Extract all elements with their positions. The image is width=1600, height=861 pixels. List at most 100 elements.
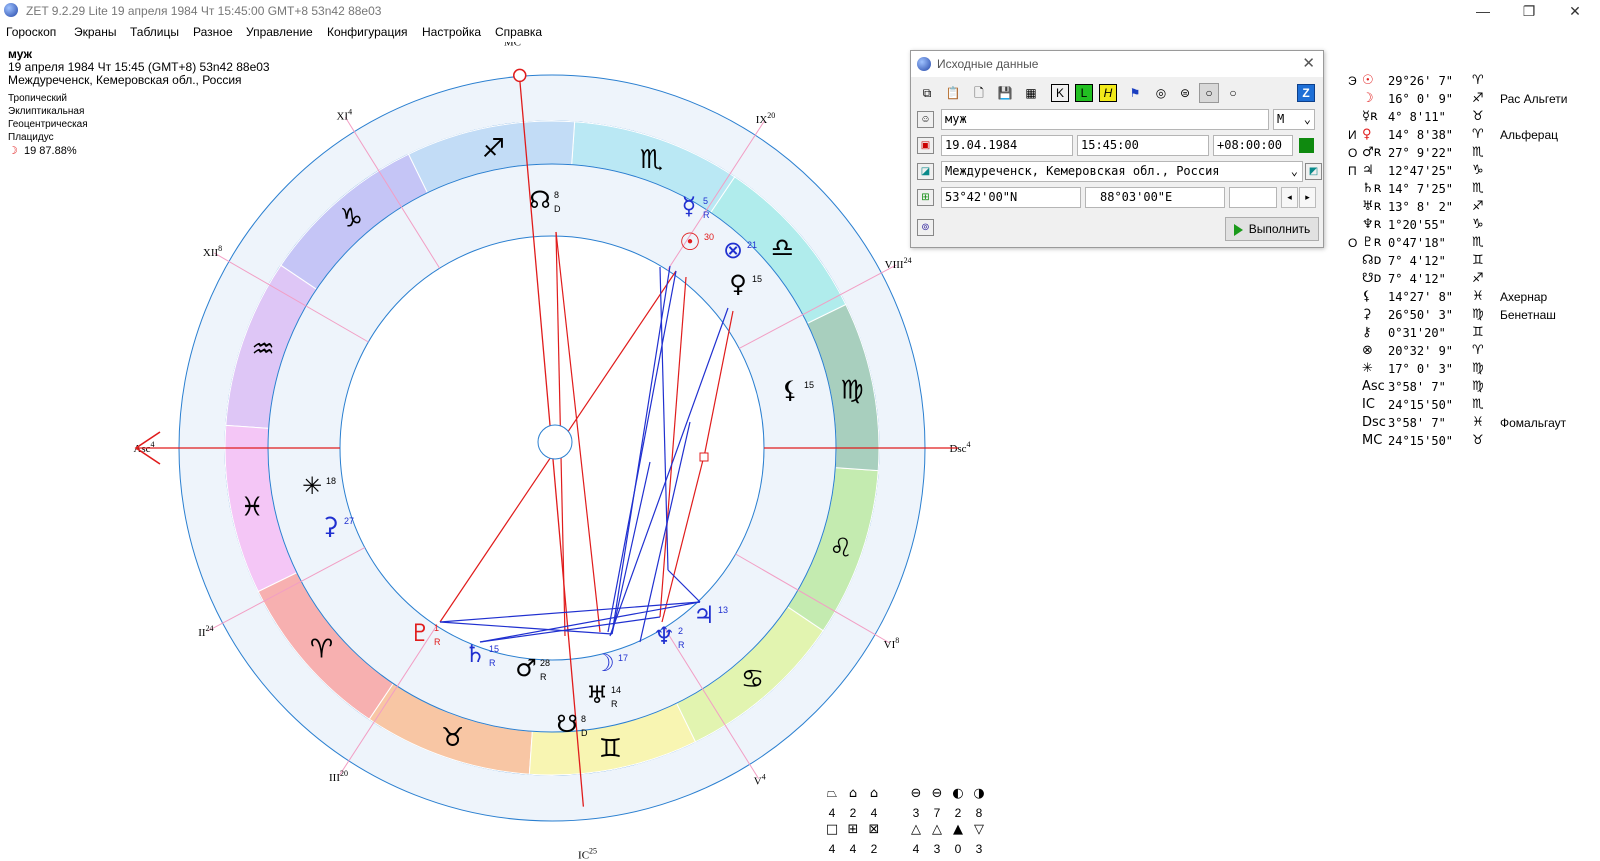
planet-symbol-icon: ♂ʀ [1362,145,1382,160]
planet-symbol-icon: ♄ʀ [1362,181,1382,196]
menu-misc[interactable]: Разное [193,25,233,39]
planet-row[interactable]: ☿ʀ 4° 8'11" ♉ [1348,109,1598,128]
planet-row[interactable]: ♅ʀ 13° 8' 2" ♐ [1348,199,1598,218]
planet-position: 3°58' 7" [1388,380,1446,394]
title-bar: ZET 9.2.29 Lite 19 апреля 1984 Чт 15:45:… [0,0,1600,22]
libra-icon: ♎ [771,233,794,263]
planet-position: 14° 7'25" [1388,182,1454,196]
planet-symbol-icon: ♃ [1362,163,1374,178]
place-select[interactable]: Междуреченск, Кемеровская обл., Россия ⌄ [941,161,1303,182]
copy-icon[interactable]: ⧉ [917,83,937,103]
atlas-icon[interactable]: ◩ [1305,163,1322,180]
planet-symbol-icon: ♆ʀ [1362,217,1382,232]
stat-value: 4 [870,806,878,820]
circle-small-icon[interactable]: ○ [1199,83,1219,103]
planet-row[interactable]: П ♃ 12°47'25" ♑ [1348,163,1598,182]
planet-row[interactable]: Э ☉ 29°26' 7" ♈ [1348,73,1598,92]
menu-screens[interactable]: Экраны [74,25,116,39]
run-button[interactable]: Выполнить [1225,217,1319,241]
name-field[interactable]: муж [941,109,1269,130]
house-label-mc: MC25 [504,42,529,49]
close-button[interactable]: ✕ [1552,0,1598,22]
gender-select[interactable]: М ⌄ [1273,109,1315,130]
settings-icon[interactable]: ⊚ [917,219,934,236]
planet-10-icon: ☋ [556,710,577,738]
stat-icon: ▲ [953,822,963,837]
latitude-field[interactable]: 53°42'00"N [941,187,1081,208]
planet-row[interactable]: ♄ʀ 14° 7'25" ♏ [1348,181,1598,200]
planet-row[interactable]: О ♇ʀ 0°47'18" ♏ [1348,235,1598,254]
planet-14-icon: ⚳ [321,512,339,540]
stat-value: 3 [933,842,941,856]
planet-7-icon: ♆ [653,622,675,650]
menu-settings[interactable]: Настройка [422,25,481,39]
planet-row[interactable]: ⚸ 14°27' 8" ♓ Ахернар [1348,289,1598,308]
person-icon[interactable]: ☺ [917,111,934,128]
zodiac-sign-icon: ♊ [1472,325,1484,340]
circle-icon[interactable]: ○ [1223,83,1243,103]
scroll-right-button[interactable]: ▸ [1299,187,1316,208]
h-icon[interactable]: H [1099,84,1117,102]
stat-icon: ⊖ [910,786,922,801]
zodiac-sign-icon: ♑ [1472,217,1484,232]
planet-code: Э [1348,74,1357,88]
link-icon[interactable]: ⊜ [1175,83,1195,103]
k-icon[interactable]: K [1051,84,1069,102]
planet-code: О [1348,146,1358,160]
planet-4-icon: ☊ [529,186,550,214]
planet-row[interactable]: О ♂ʀ 27° 9'22" ♏ [1348,145,1598,164]
menu-configuration[interactable]: Конфигурация [327,25,408,39]
stat-icon: ⌂ [848,786,858,801]
planet-row[interactable]: ♆ʀ 1°20'55" ♑ [1348,217,1598,236]
planet-position: 29°26' 7" [1388,74,1454,88]
date-field[interactable]: 19.04.1984 [941,135,1073,156]
planet-degree: 18 [326,476,336,486]
planet-6-icon: ♃ [693,601,715,629]
planet-row[interactable]: И ♀ 14° 8'38" ♈ Альферац [1348,127,1598,146]
planet-retro: R [540,672,547,682]
fixed-star: Фомальгаут [1500,416,1567,430]
disc-icon[interactable]: ◎ [1151,83,1171,103]
natal-chart-wheel[interactable]: ♈♉♊♋♌♍♎♏♐♑♒♓MC25XI4XII8Asc4II24III20IC25… [0,42,1000,861]
dialog-close-icon[interactable]: ✕ [1302,54,1315,72]
planet-row[interactable]: ⊗ 20°32' 9" ♈ [1348,343,1598,362]
longitude-field[interactable]: 88°03'00"E [1085,187,1225,208]
zodiac-sign-icon: ♏ [1472,235,1484,250]
menu-control[interactable]: Управление [246,25,313,39]
planet-row[interactable]: Asc 3°58' 7" ♍ [1348,379,1598,398]
book-icon[interactable]: ⚑ [1125,83,1145,103]
planet-retro: R [611,699,618,709]
new-icon[interactable]: 🗋 [969,83,989,103]
map-icon[interactable]: ◪ [917,163,934,180]
menu-horoscope[interactable]: Гороскоп [6,25,56,39]
planet-row[interactable]: ☊ᴅ 7° 4'12" ♊ [1348,253,1598,272]
planet-row[interactable]: Dsc 3°58' 7" ♓ Фомальгаут [1348,415,1598,434]
planet-row[interactable]: ⚳ 26°50' 3" ♍ Бенетнаш [1348,307,1598,326]
menu-help[interactable]: Справка [495,25,542,39]
l-icon[interactable]: L [1075,84,1093,102]
planet-row[interactable]: ☋ᴅ 7° 4'12" ♐ [1348,271,1598,290]
scroll-left-button[interactable]: ◂ [1281,187,1298,208]
virgo-icon: ♍ [840,376,863,406]
time-field[interactable]: 15:45:00 [1077,135,1209,156]
planet-row[interactable]: IC 24°15'50" ♏ [1348,397,1598,416]
extra-field[interactable] [1229,187,1277,208]
planet-row[interactable]: ✳ 17° 0' 3" ♍ [1348,361,1598,380]
z-icon[interactable]: Z [1297,84,1315,102]
planet-degree: 13 [718,605,728,615]
menu-tables[interactable]: Таблицы [130,25,179,39]
calendar-icon[interactable]: ▣ [917,137,934,154]
stat-value: 3 [975,842,983,856]
planet-row[interactable]: MC 24°15'50" ♉ [1348,433,1598,452]
planet-position: 13° 8' 2" [1388,200,1454,214]
calc-icon[interactable]: ▦ [1021,83,1041,103]
planet-row[interactable]: ☽ 16° 0' 9" ♐ Рас Альгети [1348,91,1598,110]
minimize-button[interactable]: — [1460,0,1506,22]
status-square[interactable] [1299,138,1314,153]
paste-icon[interactable]: 📋 [943,83,963,103]
timezone-field[interactable]: +08:00:00 [1213,135,1293,156]
save-icon[interactable]: 💾 [995,83,1015,103]
planet-row[interactable]: ⚷ 0°31'20" ♊ [1348,325,1598,344]
coordinates-icon[interactable]: ⊞ [917,189,934,206]
restore-button[interactable]: ❐ [1506,0,1552,22]
